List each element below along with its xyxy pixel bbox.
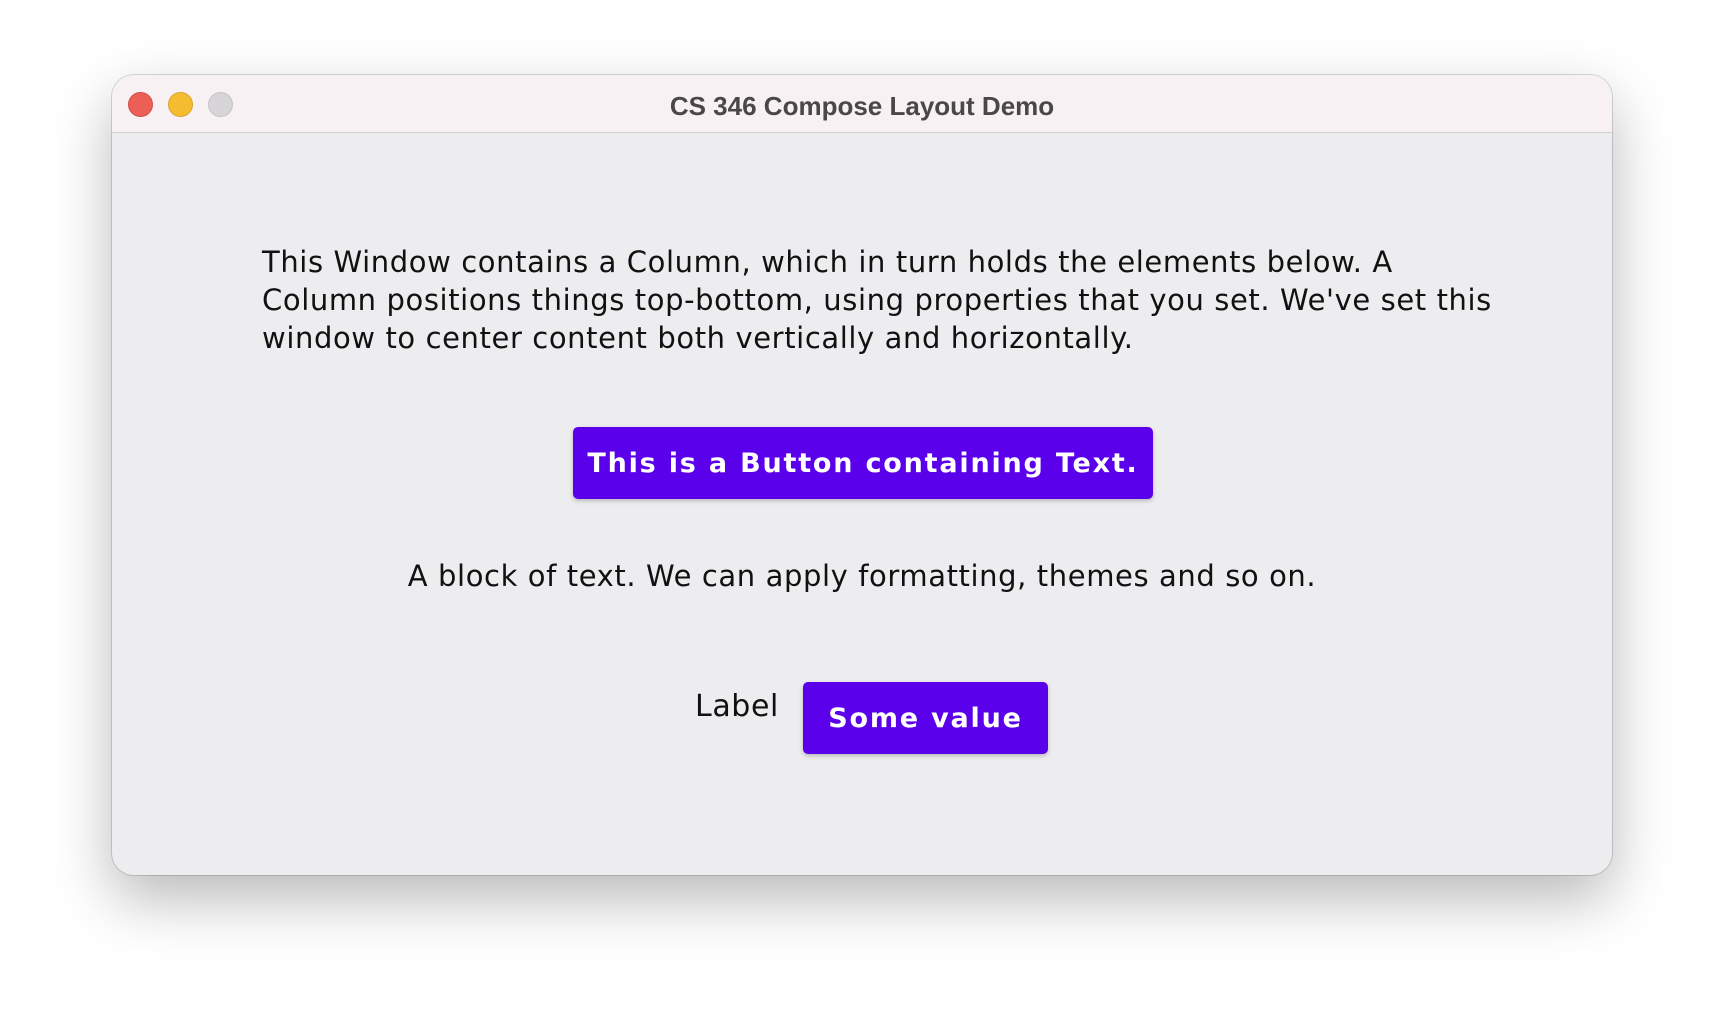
row-label: Label <box>695 689 779 724</box>
app-window: CS 346 Compose Layout Demo This Window c… <box>112 75 1612 875</box>
intro-paragraph: This Window contains a Column, which in … <box>262 245 1492 355</box>
text-button[interactable]: This is a Button containing Text. <box>573 427 1153 499</box>
column-content: This Window contains a Column, which in … <box>112 133 1612 875</box>
block-of-text: A block of text. We can apply formatting… <box>407 559 1317 593</box>
some-value-button[interactable]: Some value <box>803 682 1048 754</box>
window-title: CS 346 Compose Layout Demo <box>669 91 1055 121</box>
title-bar[interactable]: CS 346 Compose Layout Demo <box>112 75 1612 133</box>
